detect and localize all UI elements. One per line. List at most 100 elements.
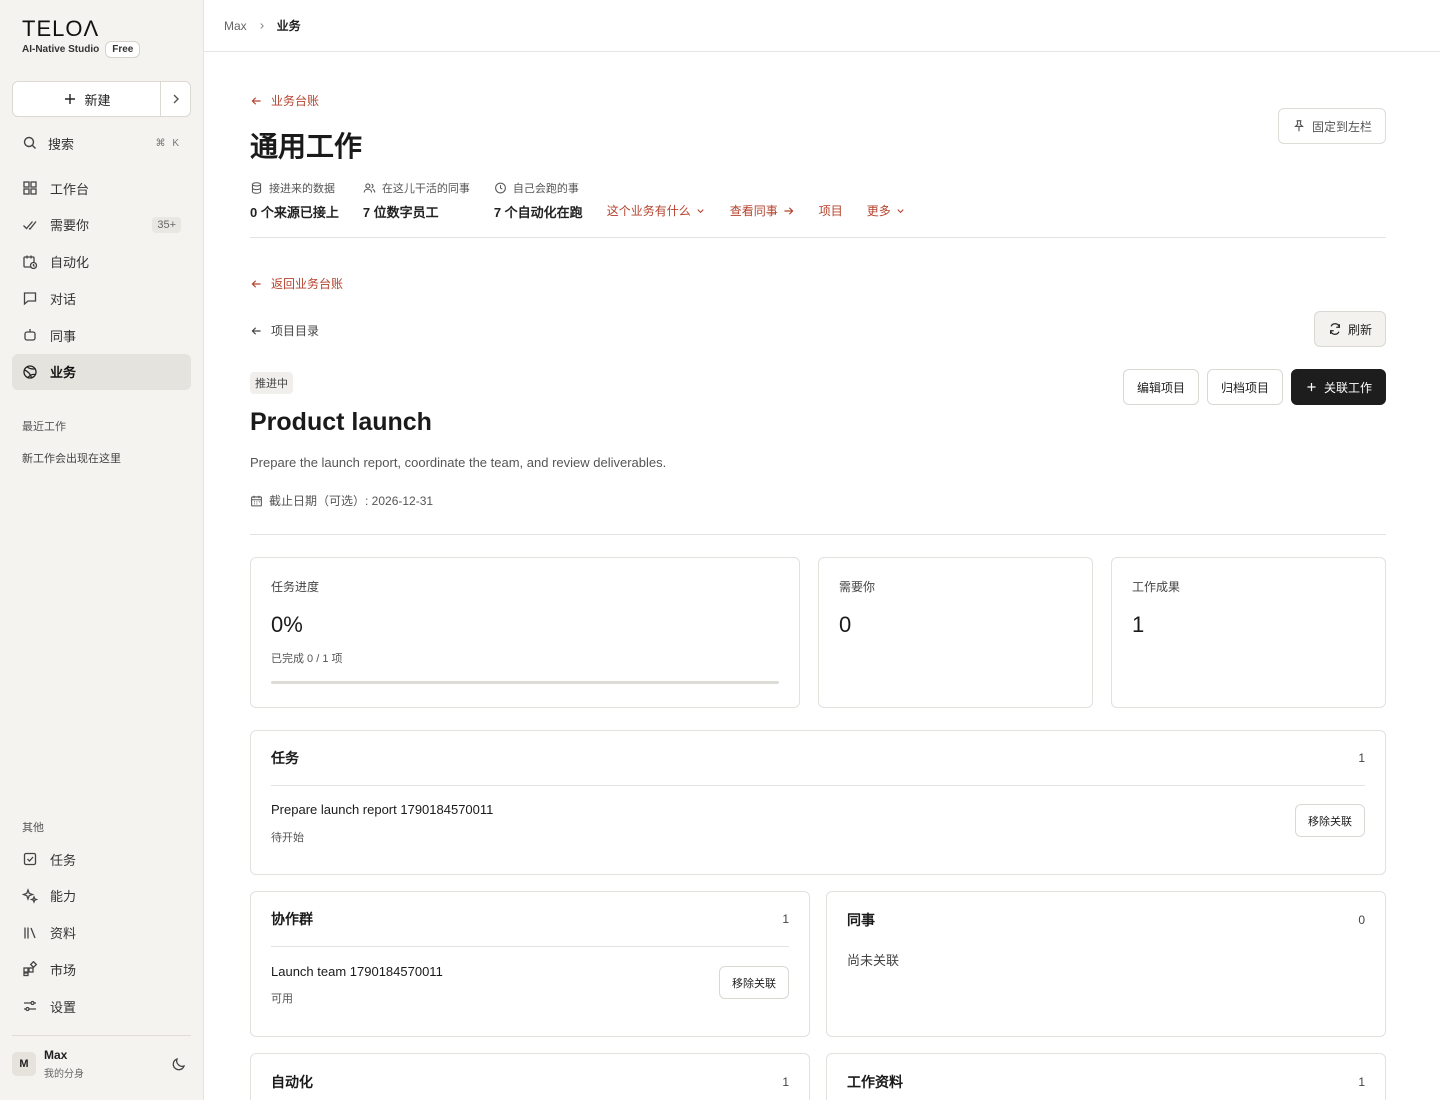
panel-count: 0 [1358, 912, 1365, 927]
button-label: 归档项目 [1220, 380, 1269, 395]
link-label: 更多 [866, 204, 891, 218]
due-date-text: 截止日期（可选）: 2026-12-31 [269, 494, 434, 508]
more-dropdown[interactable]: 更多 [867, 202, 906, 219]
projects-link[interactable]: 项目 [819, 202, 843, 219]
nav-label: 市场 [50, 962, 77, 978]
meta-automations: 自己会跑的事 7 个自动化在跑 [494, 180, 583, 221]
arrow-left-icon [250, 277, 263, 290]
meta-value: 0 个来源已接上 [250, 205, 339, 220]
card-value: 0 [839, 612, 852, 637]
user-name: Max [44, 1048, 68, 1062]
new-button-label: 新建 [84, 92, 111, 108]
nav-item-chat[interactable]: 对话 [12, 280, 191, 316]
progress-bar [271, 681, 779, 684]
other-heading: 其他 [22, 822, 44, 834]
grid-icon [22, 180, 38, 196]
link-work-button[interactable]: 关联工作 [1290, 369, 1386, 405]
arrow-left-icon [250, 324, 263, 337]
return-to-ledger-link[interactable]: 返回业务台账 [250, 275, 343, 292]
search-button[interactable]: 搜索 ⌘ K [12, 126, 191, 160]
nav-item-tasks[interactable]: 任务 [12, 841, 191, 877]
sparkle-icon [22, 887, 38, 904]
panel-title: 协作群 [271, 911, 313, 927]
bot-icon [22, 327, 38, 343]
page-title: 通用工作 [250, 131, 363, 162]
brand-logo[interactable]: TELOΛ [22, 16, 99, 42]
nav-item-business[interactable]: 业务 [12, 353, 191, 390]
link-label: 查看同事 [729, 204, 778, 218]
clock-icon [494, 182, 507, 195]
panel-header: 工作资料 1 [847, 1054, 1365, 1100]
nav-item-colleagues[interactable]: 同事 [12, 317, 191, 353]
chevron-right-icon [257, 18, 267, 34]
new-button-group: 新建 [12, 81, 191, 117]
arrow-left-icon [250, 94, 263, 107]
meta-colleagues: 在这儿干活的同事 7 位数字员工 [363, 180, 470, 221]
nav-item-needs-you[interactable]: 需要你 35+ [12, 207, 191, 243]
nav-item-automation[interactable]: 自动化 [12, 244, 191, 280]
users-icon [363, 182, 376, 195]
project-title: Product launch [250, 408, 432, 436]
materials-panel: 工作资料 1 [826, 1053, 1386, 1100]
search-icon [22, 135, 38, 151]
tasks-panel: 任务 1 Prepare launch report 1790184570011… [250, 730, 1386, 875]
meta-label: 接进来的数据 [269, 183, 335, 195]
breadcrumb-root[interactable]: Max [224, 19, 247, 33]
meta-value: 7 个自动化在跑 [493, 205, 583, 220]
new-expand-button[interactable] [160, 82, 190, 116]
view-colleagues-link[interactable]: 查看同事 [730, 202, 795, 219]
return-link-label: 返回业务台账 [271, 277, 344, 291]
breadcrumb-current: 业务 [276, 19, 301, 33]
nav-item-settings[interactable]: 设置 [12, 988, 191, 1024]
arrow-right-icon [782, 204, 795, 217]
refresh-icon [1328, 322, 1342, 336]
sliders-icon [22, 998, 38, 1014]
panel-count: 1 [1358, 751, 1365, 765]
card-value: 0% [271, 612, 303, 637]
remove-task-link-button[interactable]: 移除关联 [1295, 804, 1365, 837]
nav-label: 资料 [50, 926, 77, 942]
nav-item-abilities[interactable]: 能力 [12, 878, 191, 914]
panel-title: 任务 [271, 750, 299, 766]
meta-value: 7 位数字员工 [362, 205, 439, 220]
group-title[interactable]: Launch team 1790184570011 [271, 964, 443, 979]
moon-icon[interactable] [171, 1056, 187, 1072]
other-nav: 任务 能力 资料 市场 设置 [12, 841, 191, 1025]
nav-label: 自动化 [50, 255, 90, 271]
nav-item-workbench[interactable]: 工作台 [12, 170, 191, 206]
panel-title: 工作资料 [847, 1073, 903, 1090]
brand-tagline: AI-Native Studio [22, 44, 100, 55]
double-check-icon [22, 217, 38, 233]
card-value: 1 [1132, 612, 1145, 637]
archive-project-button[interactable]: 归档项目 [1206, 369, 1283, 405]
avatar: M [12, 1052, 36, 1076]
project-description: Prepare the launch report, coordinate th… [250, 455, 667, 470]
what-is-in-business-dropdown[interactable]: 这个业务有什么 [607, 202, 706, 219]
main-nav: 工作台 需要你 35+ 自动化 对话 同事 业务 [12, 170, 191, 391]
calendar-clock-icon [22, 254, 38, 270]
panel-title: 同事 [847, 911, 875, 928]
nav-item-library[interactable]: 资料 [12, 915, 191, 951]
library-icon [22, 925, 38, 941]
task-title[interactable]: Prepare launch report 1790184570011 [271, 802, 493, 817]
recent-work-empty: 新工作会出现在这里 [22, 453, 121, 465]
edit-project-button[interactable]: 编辑项目 [1122, 369, 1199, 405]
card-label: 工作成果 [1132, 580, 1181, 594]
outputs-card: 工作成果 1 [1111, 557, 1386, 708]
nav-item-market[interactable]: 市场 [12, 951, 191, 987]
search-shortcut: ⌘ K [155, 137, 181, 149]
divider [250, 534, 1386, 535]
pin-to-sidebar-button[interactable]: 固定到左栏 [1277, 108, 1386, 144]
panel-header: 同事 0 [847, 892, 1365, 947]
refresh-button[interactable]: 刷新 [1313, 311, 1386, 347]
new-button[interactable]: 新建 [13, 82, 160, 116]
sidebar: TELOΛ AI-Native Studio Free 新建 搜索 ⌘ K 工作… [0, 0, 204, 1100]
calendar-icon [250, 494, 263, 507]
project-catalog-link[interactable]: 项目目录 [250, 322, 319, 339]
panel-header: 自动化 1 [271, 1054, 789, 1100]
user-profile[interactable]: M Max 我的分身 [12, 1048, 191, 1080]
nav-label: 能力 [50, 889, 77, 905]
back-to-ledger-link[interactable]: 业务台账 [250, 92, 319, 109]
remove-group-link-button[interactable]: 移除关联 [719, 966, 789, 999]
plus-icon [62, 91, 78, 107]
